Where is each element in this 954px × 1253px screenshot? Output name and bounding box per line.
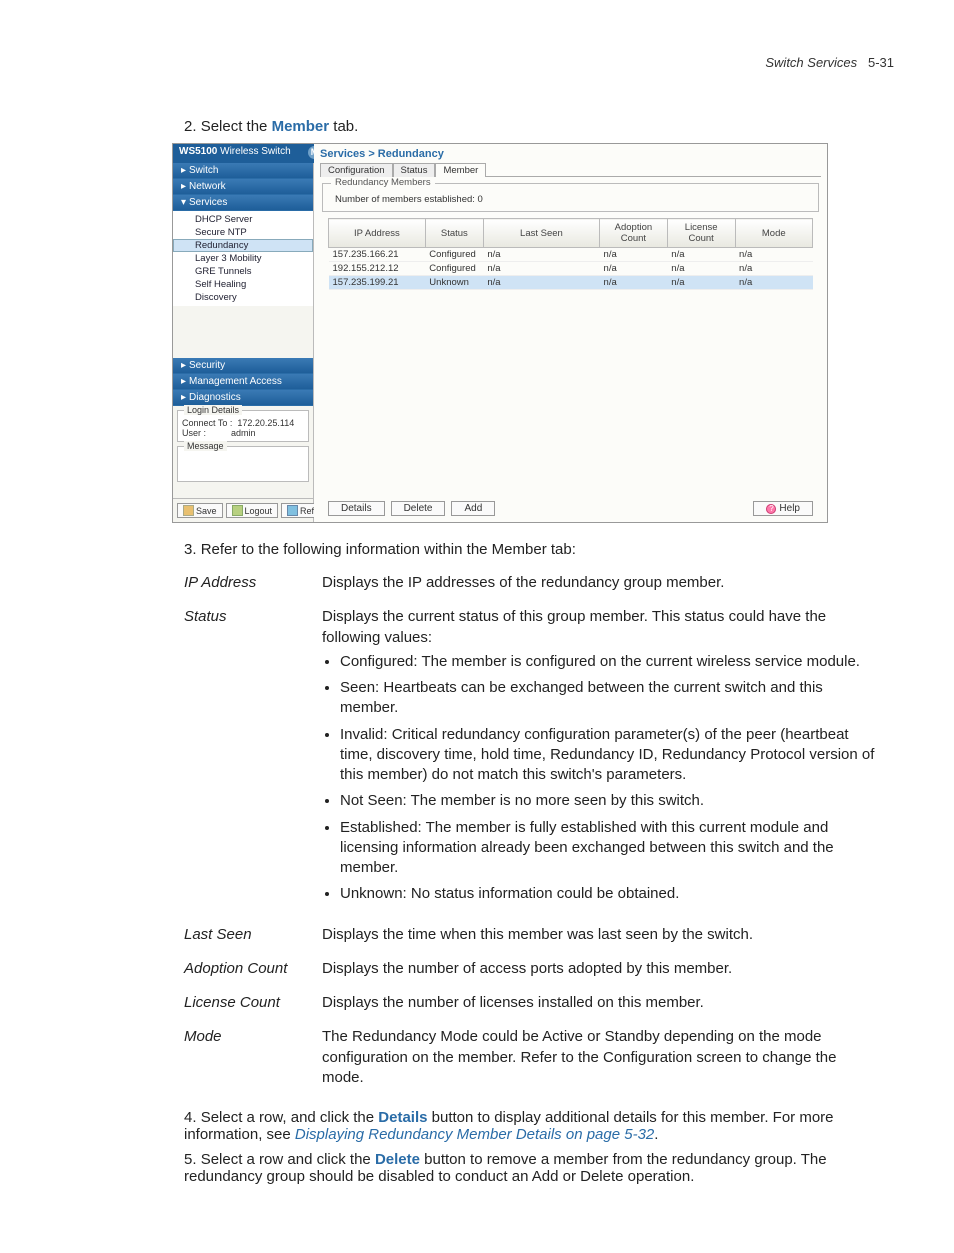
table-row[interactable]: 157.235.199.21Unknownn/an/an/an/a <box>329 276 813 290</box>
message-box: Message <box>177 446 309 482</box>
col-lastseen[interactable]: Last Seen <box>483 219 599 248</box>
term-mode: Mode <box>184 1020 322 1095</box>
save-button[interactable]: Save <box>177 503 223 518</box>
step-4: 4. Select a row, and click the Details b… <box>184 1109 884 1143</box>
definitions-table: IP Address Displays the IP addresses of … <box>184 566 884 1095</box>
sidebar-sub-redundancy[interactable]: Redundancy <box>173 239 313 252</box>
term-status: Status <box>184 600 322 917</box>
member-count-line: Number of members established: 0 <box>329 192 812 205</box>
help-icon: ? <box>766 504 776 514</box>
tab-configuration[interactable]: Configuration <box>320 163 393 177</box>
col-status[interactable]: Status <box>425 219 483 248</box>
sidebar-sub-gre[interactable]: GRE Tunnels <box>173 265 313 278</box>
term-ip: IP Address <box>184 566 322 600</box>
col-adoption[interactable]: Adoption Count <box>600 219 668 248</box>
desc-adoption: Displays the number of access ports adop… <box>322 952 884 986</box>
term-license: License Count <box>184 986 322 1020</box>
sidebar-item-services[interactable]: ▾Services <box>173 195 313 211</box>
sidebar-sub-ntp[interactable]: Secure NTP <box>173 226 313 239</box>
login-details-box: Login Details Connect To : 172.20.25.114… <box>177 410 309 442</box>
term-lastseen: Last Seen <box>184 918 322 952</box>
details-link[interactable]: Displaying Redundancy Member Details on … <box>295 1126 654 1143</box>
term-adoption: Adoption Count <box>184 952 322 986</box>
app-title-bar: WS5100 Wireless Switch M <box>173 144 325 163</box>
app-screenshot: WS5100 Wireless Switch M ▸Switch ▸Networ… <box>172 143 828 523</box>
section-title: Switch Services <box>765 55 857 70</box>
sidebar-item-mgmt[interactable]: ▸Management Access <box>173 374 313 390</box>
logout-button[interactable]: Logout <box>226 503 279 518</box>
delete-label: Delete <box>375 1151 420 1168</box>
sidebar-sub-dhcp[interactable]: DHCP Server <box>173 213 313 226</box>
disk-icon <box>183 505 194 516</box>
table-footer: Details Delete Add ? Help <box>314 501 827 516</box>
step-2: 2. Select the Member tab. <box>184 118 884 135</box>
list-item: Configured: The member is configured on … <box>340 652 880 672</box>
refresh-icon <box>287 505 298 516</box>
list-item: Seen: Heartbeats can be exchanged betwee… <box>340 678 880 719</box>
page-number: 5-31 <box>868 55 894 70</box>
step-5: 5. Select a row and click the Delete but… <box>184 1151 884 1185</box>
sidebar-sub-l3mobility[interactable]: Layer 3 Mobility <box>173 252 313 265</box>
sidebar-item-network[interactable]: ▸Network <box>173 179 313 195</box>
redundancy-members-fieldset: Redundancy Members Number of members est… <box>322 183 819 212</box>
list-item: Unknown: No status information could be … <box>340 884 880 904</box>
desc-mode: The Redundancy Mode could be Active or S… <box>322 1020 884 1095</box>
sidebar-sub-discovery[interactable]: Discovery <box>173 291 313 304</box>
status-bullets: Configured: The member is configured on … <box>322 652 880 905</box>
details-button[interactable]: Details <box>328 501 385 516</box>
sidebar-button-row: Save Logout Refresh <box>173 498 313 522</box>
members-table-wrap: IP Address Status Last Seen Adoption Cou… <box>328 218 813 290</box>
tab-status[interactable]: Status <box>393 163 436 177</box>
step-3: 3. Refer to the following information wi… <box>184 541 884 558</box>
sidebar-item-switch[interactable]: ▸Switch <box>173 163 313 179</box>
tab-member[interactable]: Member <box>435 163 486 177</box>
page-header: Switch Services 5-31 <box>60 55 894 70</box>
main-panel: Services > Redundancy ConfigurationStatu… <box>314 144 827 522</box>
members-table: IP Address Status Last Seen Adoption Cou… <box>328 218 813 290</box>
list-item: Not Seen: The member is no more seen by … <box>340 791 880 811</box>
add-button[interactable]: Add <box>451 501 495 516</box>
list-item: Invalid: Critical redundancy configurati… <box>340 725 880 786</box>
sidebar: ▸Switch ▸Network ▾Services DHCP Server S… <box>173 163 314 522</box>
desc-lastseen: Displays the time when this member was l… <box>322 918 884 952</box>
list-item: Established: The member is fully establi… <box>340 818 880 879</box>
delete-button[interactable]: Delete <box>391 501 446 516</box>
desc-license: Displays the number of licenses installe… <box>322 986 884 1020</box>
breadcrumb: Services > Redundancy <box>314 144 827 160</box>
details-label: Details <box>378 1109 427 1126</box>
col-license[interactable]: License Count <box>667 219 735 248</box>
sidebar-item-diag[interactable]: ▸Diagnostics <box>173 390 313 406</box>
desc-status: Displays the current status of this grou… <box>322 600 884 917</box>
col-mode[interactable]: Mode <box>735 219 812 248</box>
help-button[interactable]: ? Help <box>753 501 813 516</box>
member-tab-label: Member <box>272 118 330 135</box>
sidebar-item-security[interactable]: ▸Security <box>173 358 313 374</box>
col-ip[interactable]: IP Address <box>329 219 426 248</box>
sidebar-sub-selfhealing[interactable]: Self Healing <box>173 278 313 291</box>
tab-strip: ConfigurationStatusMember <box>314 162 827 176</box>
table-row[interactable]: 192.155.212.12Configuredn/an/an/an/a <box>329 262 813 276</box>
table-row[interactable]: 157.235.166.21Configuredn/an/an/an/a <box>329 248 813 262</box>
desc-ip: Displays the IP addresses of the redunda… <box>322 566 884 600</box>
logout-icon <box>232 505 243 516</box>
